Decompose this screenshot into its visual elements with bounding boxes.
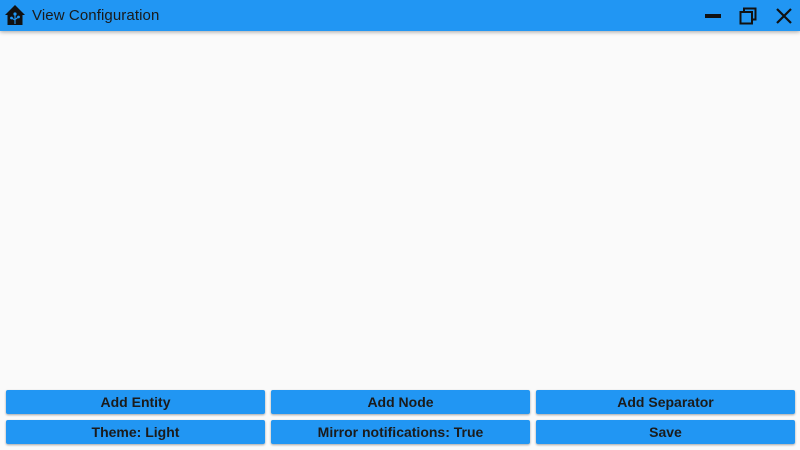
add-separator-button[interactable]: Add Separator — [536, 390, 795, 414]
restore-icon — [739, 7, 757, 25]
theme-toggle-button[interactable]: Theme: Light — [6, 420, 265, 444]
view-canvas — [0, 31, 800, 386]
add-entity-button[interactable]: Add Entity — [6, 390, 265, 414]
minimize-icon — [704, 7, 722, 25]
action-buttons: Add Entity Add Node Add Separator Theme:… — [6, 390, 795, 444]
close-button[interactable] — [767, 0, 800, 31]
window-title: View Configuration — [32, 7, 160, 24]
minimize-button[interactable] — [696, 0, 730, 31]
home-assistant-icon — [4, 4, 26, 26]
close-icon — [775, 7, 793, 25]
title-bar: View Configuration — [0, 0, 800, 31]
mirror-notifications-toggle-button[interactable]: Mirror notifications: True — [271, 420, 530, 444]
maximize-button[interactable] — [731, 0, 765, 31]
save-button[interactable]: Save — [536, 420, 795, 444]
add-node-button[interactable]: Add Node — [271, 390, 530, 414]
